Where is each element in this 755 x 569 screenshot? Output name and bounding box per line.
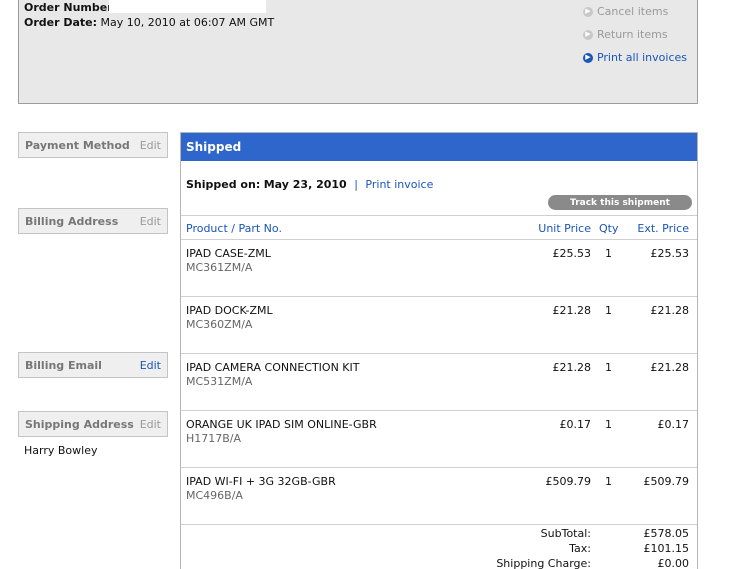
item-name: IPAD CASE-ZML (186, 247, 271, 260)
order-totals: SubTotal: £578.05 Tax: £101.15 Shipping … (181, 527, 697, 569)
order-date-value: May 10, 2010 at 06:07 AM GMT (100, 16, 275, 29)
shipping-address-section: Shipping Address Edit (18, 411, 168, 437)
return-arrow-icon: ▶ (582, 29, 593, 40)
items-table-header: Product / Part No. Unit Price Qty Ext. P… (181, 215, 697, 240)
table-row: IPAD CASE-ZML MC361ZM/A £25.53 1 £25.53 (181, 240, 697, 297)
table-row: IPAD WI-FI + 3G 32GB-GBR MC496B/A £509.7… (181, 468, 697, 525)
shipping-charge-label: Shipping Charge: (496, 557, 591, 569)
track-shipment-button[interactable]: Track this shipment (548, 195, 692, 210)
shipped-on-line: Shipped on: May 23, 2010 | Print invoice (186, 178, 433, 191)
table-row: IPAD DOCK-ZML MC360ZM/A £21.28 1 £21.28 (181, 297, 697, 354)
shipped-on-date: May 23, 2010 (263, 178, 347, 191)
cancel-arrow-icon: ▶ (582, 6, 593, 17)
return-items-label: Return items (596, 28, 668, 41)
order-number-label: Order Number: (24, 1, 118, 14)
cancel-items-label: Cancel items (596, 5, 669, 18)
billing-address-section: Billing Address Edit (18, 208, 168, 234)
item-unit-price: £0.17 (559, 418, 592, 431)
item-name: ORANGE UK IPAD SIM ONLINE-GBR (186, 418, 377, 431)
item-name: IPAD CAMERA CONNECTION KIT (186, 361, 360, 374)
item-unit-price: £25.53 (552, 247, 592, 260)
billing-email-edit[interactable]: Edit (140, 359, 161, 372)
shipping-address-title: Shipping Address (25, 417, 134, 431)
item-ext-price: £0.17 (657, 418, 690, 431)
column-qty[interactable]: Qty (599, 222, 618, 235)
item-part-number: MC361ZM/A (186, 261, 253, 274)
billing-address-title: Billing Address (25, 214, 119, 228)
payment-method-section: Payment Method Edit (18, 132, 168, 158)
print-arrow-icon: ▶ (582, 52, 593, 63)
item-qty: 1 (605, 418, 612, 431)
subtotal-value: £578.05 (643, 527, 690, 540)
item-qty: 1 (605, 361, 612, 374)
shipping-name: Harry Bowley (24, 444, 98, 457)
column-ext-price[interactable]: Ext. Price (637, 222, 689, 235)
column-unit-price[interactable]: Unit Price (538, 222, 591, 235)
tax-row: Tax: £101.15 (181, 542, 697, 557)
shipped-on-label: Shipped on: (186, 178, 261, 191)
subtotal-label: SubTotal: (540, 527, 591, 540)
order-date-label: Order Date: (24, 16, 98, 29)
item-unit-price: £21.28 (552, 304, 592, 317)
order-date: Order Date: May 10, 2010 at 06:07 AM GMT (24, 16, 274, 29)
payment-method-title: Payment Method (25, 138, 130, 152)
item-part-number: MC531ZM/A (186, 375, 253, 388)
item-unit-price: £21.28 (552, 361, 592, 374)
table-row: ORANGE UK IPAD SIM ONLINE-GBR H1717B/A £… (181, 411, 697, 468)
billing-address-edit[interactable]: Edit (140, 215, 161, 228)
tax-value: £101.15 (643, 542, 690, 555)
item-ext-price: £21.28 (650, 361, 690, 374)
payment-method-edit[interactable]: Edit (140, 139, 161, 152)
shipment-panel: Shipped Shipped on: May 23, 2010 | Print… (180, 132, 698, 569)
print-all-invoices-link[interactable]: ▶ Print all invoices (582, 46, 687, 69)
item-ext-price: £25.53 (650, 247, 690, 260)
shipping-charge-row: Shipping Charge: £0.00 (181, 557, 697, 569)
cancel-items-link[interactable]: ▶ Cancel items (582, 0, 687, 23)
print-invoice-link[interactable]: Print invoice (365, 178, 433, 191)
column-product[interactable]: Product / Part No. (186, 222, 282, 235)
item-part-number: MC360ZM/A (186, 318, 253, 331)
subtotal-row: SubTotal: £578.05 (181, 527, 697, 542)
item-qty: 1 (605, 247, 612, 260)
redacted-order-number (109, 0, 266, 13)
shipped-on-separator: | (354, 178, 358, 191)
item-unit-price: £509.79 (545, 475, 592, 488)
item-ext-price: £21.28 (650, 304, 690, 317)
table-row: IPAD CAMERA CONNECTION KIT MC531ZM/A £21… (181, 354, 697, 411)
tax-label: Tax: (569, 542, 591, 555)
item-name: IPAD DOCK-ZML (186, 304, 273, 317)
shipping-charge-value: £0.00 (657, 557, 690, 569)
item-name: IPAD WI-FI + 3G 32GB-GBR (186, 475, 336, 488)
order-actions: ▶ Cancel items ▶ Return items ▶ Print al… (582, 0, 687, 69)
item-part-number: MC496B/A (186, 489, 243, 502)
order-summary-box: Order Number: Order Date: May 10, 2010 a… (18, 0, 698, 104)
return-items-link[interactable]: ▶ Return items (582, 23, 687, 46)
billing-email-title: Billing Email (25, 358, 102, 372)
print-all-invoices-label: Print all invoices (596, 51, 687, 64)
shipping-address-edit[interactable]: Edit (140, 418, 161, 431)
billing-email-section: Billing Email Edit (18, 352, 168, 378)
item-part-number: H1717B/A (186, 432, 242, 445)
order-number: Order Number: (24, 1, 117, 14)
item-qty: 1 (605, 475, 612, 488)
item-ext-price: £509.79 (643, 475, 690, 488)
shipment-status-header: Shipped (181, 133, 697, 161)
item-qty: 1 (605, 304, 612, 317)
